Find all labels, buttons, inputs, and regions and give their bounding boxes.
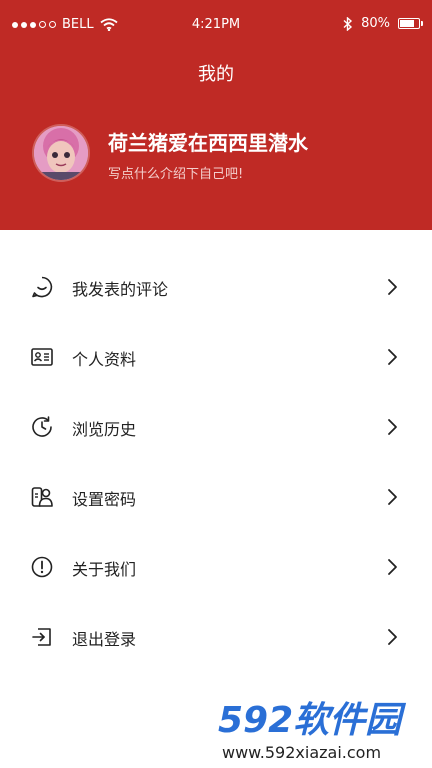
user-lock-icon <box>31 487 53 507</box>
menu-item-label: 关于我们 <box>72 560 137 579</box>
menu-item-label: 个人资料 <box>72 350 137 369</box>
menu-item-browse-history[interactable]: 浏览历史 <box>0 392 432 462</box>
status-bar: BELL 4:21PM 80% <box>0 0 432 50</box>
battery-fill <box>400 20 414 27</box>
chevron-right-icon <box>388 629 397 645</box>
profile-header: BELL 4:21PM 80% 我的 荷兰猪爱在西西里潜水 写点什么介绍下自己吧… <box>0 0 432 230</box>
avatar-image <box>34 126 88 180</box>
chevron-right-icon <box>388 279 397 295</box>
menu-item-about-us[interactable]: 关于我们 <box>0 532 432 602</box>
menu-item-set-password[interactable]: 设置密码 <box>0 462 432 532</box>
username[interactable]: 荷兰猪爱在西西里潜水 <box>108 127 308 156</box>
page-title: 我的 <box>198 64 234 85</box>
avatar[interactable] <box>34 126 88 180</box>
chevron-right-icon <box>388 559 397 575</box>
user-bio[interactable]: 写点什么介绍下自己吧! <box>108 163 243 182</box>
battery-percent: 80% <box>361 16 390 31</box>
watermark-brand: 592软件园 <box>218 700 406 741</box>
chevron-right-icon <box>388 419 397 435</box>
menu-item-profile-info[interactable]: 个人资料 <box>0 322 432 392</box>
menu-item-label: 我发表的评论 <box>72 280 169 299</box>
status-right: 80% <box>343 16 423 31</box>
battery-icon <box>398 18 423 29</box>
bluetooth-icon <box>343 16 353 31</box>
history-clock-icon <box>32 416 52 437</box>
menu-item-label: 浏览历史 <box>72 420 137 439</box>
watermark-url: www.592xiazai.com <box>222 743 381 762</box>
profile-menu: 我发表的评论 个人资料 浏览历史 设置密码 关于我们 退出登录 <box>0 252 432 672</box>
menu-item-label: 设置密码 <box>72 490 137 509</box>
chevron-right-icon <box>388 349 397 365</box>
chevron-right-icon <box>388 489 397 505</box>
site-watermark: 592软件园 www.592xiazai.com <box>212 690 432 768</box>
menu-item-my-comments[interactable]: 我发表的评论 <box>0 252 432 322</box>
menu-item-label: 退出登录 <box>72 630 137 649</box>
comment-bubble-icon <box>32 276 53 298</box>
menu-item-logout[interactable]: 退出登录 <box>0 602 432 672</box>
info-circle-icon <box>31 556 53 578</box>
id-card-icon <box>31 348 53 366</box>
logout-icon <box>32 628 51 646</box>
